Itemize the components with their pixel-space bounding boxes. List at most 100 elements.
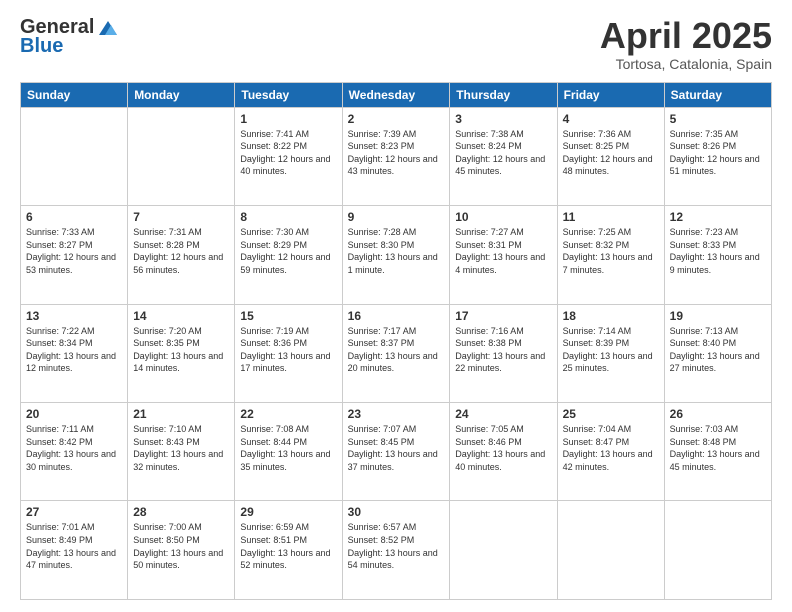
day-number: 28 [133, 505, 229, 519]
day-number: 18 [563, 309, 659, 323]
day-number: 30 [348, 505, 445, 519]
table-row: 15 Sunrise: 7:19 AM Sunset: 8:36 PM Dayli… [235, 304, 342, 402]
day-info: Sunrise: 7:36 AM Sunset: 8:25 PM Dayligh… [563, 128, 659, 178]
col-saturday: Saturday [664, 82, 771, 107]
table-row: 6 Sunrise: 7:33 AM Sunset: 8:27 PM Daylig… [21, 206, 128, 304]
table-row: 13 Sunrise: 7:22 AM Sunset: 8:34 PM Dayli… [21, 304, 128, 402]
day-info: Sunrise: 7:16 AM Sunset: 8:38 PM Dayligh… [455, 325, 551, 375]
day-info: Sunrise: 7:41 AM Sunset: 8:22 PM Dayligh… [240, 128, 336, 178]
day-number: 12 [670, 210, 766, 224]
day-info: Sunrise: 7:31 AM Sunset: 8:28 PM Dayligh… [133, 226, 229, 276]
day-info: Sunrise: 7:19 AM Sunset: 8:36 PM Dayligh… [240, 325, 336, 375]
table-row: 3 Sunrise: 7:38 AM Sunset: 8:24 PM Daylig… [450, 107, 557, 205]
table-row: 18 Sunrise: 7:14 AM Sunset: 8:39 PM Dayli… [557, 304, 664, 402]
table-row: 17Sunrise: 7:16 AM Sunset: 8:38 PM Dayli… [450, 304, 557, 402]
table-row: 7 Sunrise: 7:31 AM Sunset: 8:28 PM Daylig… [128, 206, 235, 304]
table-row: 14 Sunrise: 7:20 AM Sunset: 8:35 PM Dayli… [128, 304, 235, 402]
day-number: 9 [348, 210, 445, 224]
day-info: Sunrise: 7:39 AM Sunset: 8:23 PM Dayligh… [348, 128, 445, 178]
logo-blue-text: Blue [20, 35, 63, 58]
table-row: 29Sunrise: 6:59 AM Sunset: 8:51 PM Dayli… [235, 501, 342, 600]
day-number: 22 [240, 407, 336, 421]
month-title: April 2025 [600, 16, 772, 56]
table-row: 11 Sunrise: 7:25 AM Sunset: 8:32 PM Dayli… [557, 206, 664, 304]
table-row [450, 501, 557, 600]
table-row: 9 Sunrise: 7:28 AM Sunset: 8:30 PM Daylig… [342, 206, 450, 304]
day-info: Sunrise: 7:25 AM Sunset: 8:32 PM Dayligh… [563, 226, 659, 276]
day-info: Sunrise: 7:08 AM Sunset: 8:44 PM Dayligh… [240, 423, 336, 473]
day-number: 4 [563, 112, 659, 126]
day-info: Sunrise: 7:20 AM Sunset: 8:35 PM Dayligh… [133, 325, 229, 375]
table-row: 24 Sunrise: 7:05 AM Sunset: 8:46 PM Dayli… [450, 403, 557, 501]
table-row: 1 Sunrise: 7:41 AM Sunset: 8:22 PM Daylig… [235, 107, 342, 205]
header: General Blue April 2025 Tortosa, Catalon… [20, 16, 772, 72]
location-subtitle: Tortosa, Catalonia, Spain [600, 56, 772, 72]
day-number: 7 [133, 210, 229, 224]
table-row: 20Sunrise: 7:11 AM Sunset: 8:42 PM Dayli… [21, 403, 128, 501]
day-info: Sunrise: 7:11 AM Sunset: 8:42 PM Dayligh… [26, 423, 122, 473]
day-info: Sunrise: 7:14 AM Sunset: 8:39 PM Dayligh… [563, 325, 659, 375]
day-info: Sunrise: 7:03 AM Sunset: 8:48 PM Dayligh… [670, 423, 766, 473]
day-number: 14 [133, 309, 229, 323]
table-row: 30 Sunrise: 6:57 AM Sunset: 8:52 PM Dayli… [342, 501, 450, 600]
table-row [664, 501, 771, 600]
day-info: Sunrise: 7:13 AM Sunset: 8:40 PM Dayligh… [670, 325, 766, 375]
day-info: Sunrise: 7:38 AM Sunset: 8:24 PM Dayligh… [455, 128, 551, 178]
day-number: 19 [670, 309, 766, 323]
day-info: Sunrise: 7:27 AM Sunset: 8:31 PM Dayligh… [455, 226, 551, 276]
col-wednesday: Wednesday [342, 82, 450, 107]
day-number: 8 [240, 210, 336, 224]
col-sunday: Sunday [21, 82, 128, 107]
day-info: Sunrise: 7:17 AM Sunset: 8:37 PM Dayligh… [348, 325, 445, 375]
day-info: Sunrise: 7:28 AM Sunset: 8:30 PM Dayligh… [348, 226, 445, 276]
table-row: 5 Sunrise: 7:35 AM Sunset: 8:26 PM Daylig… [664, 107, 771, 205]
table-row: 28 Sunrise: 7:00 AM Sunset: 8:50 PM Dayli… [128, 501, 235, 600]
day-number: 15 [240, 309, 336, 323]
table-row: 25 Sunrise: 7:04 AM Sunset: 8:47 PM Dayli… [557, 403, 664, 501]
day-number: 21 [133, 407, 229, 421]
day-number: 13 [26, 309, 122, 323]
day-number: 26 [670, 407, 766, 421]
day-number: 11 [563, 210, 659, 224]
table-row: 16 Sunrise: 7:17 AM Sunset: 8:37 PM Dayli… [342, 304, 450, 402]
table-row: 8 Sunrise: 7:30 AM Sunset: 8:29 PM Daylig… [235, 206, 342, 304]
day-number: 3 [455, 112, 551, 126]
day-number: 5 [670, 112, 766, 126]
logo: General Blue [20, 16, 119, 58]
day-number: 25 [563, 407, 659, 421]
table-row: 12 Sunrise: 7:23 AM Sunset: 8:33 PM Dayli… [664, 206, 771, 304]
day-info: Sunrise: 7:00 AM Sunset: 8:50 PM Dayligh… [133, 521, 229, 571]
table-row [557, 501, 664, 600]
table-row: 10 Sunrise: 7:27 AM Sunset: 8:31 PM Dayli… [450, 206, 557, 304]
col-tuesday: Tuesday [235, 82, 342, 107]
day-info: Sunrise: 6:57 AM Sunset: 8:52 PM Dayligh… [348, 521, 445, 571]
day-info: Sunrise: 7:35 AM Sunset: 8:26 PM Dayligh… [670, 128, 766, 178]
table-row: 26 Sunrise: 7:03 AM Sunset: 8:48 PM Dayli… [664, 403, 771, 501]
day-info: Sunrise: 7:07 AM Sunset: 8:45 PM Dayligh… [348, 423, 445, 473]
day-number: 10 [455, 210, 551, 224]
calendar-header-row: Sunday Monday Tuesday Wednesday Thursday… [21, 82, 772, 107]
day-info: Sunrise: 7:33 AM Sunset: 8:27 PM Dayligh… [26, 226, 122, 276]
day-info: Sunrise: 7:30 AM Sunset: 8:29 PM Dayligh… [240, 226, 336, 276]
calendar-table: Sunday Monday Tuesday Wednesday Thursday… [20, 82, 772, 600]
day-info: Sunrise: 7:10 AM Sunset: 8:43 PM Dayligh… [133, 423, 229, 473]
col-monday: Monday [128, 82, 235, 107]
table-row [128, 107, 235, 205]
day-info: Sunrise: 7:05 AM Sunset: 8:46 PM Dayligh… [455, 423, 551, 473]
day-info: Sunrise: 7:04 AM Sunset: 8:47 PM Dayligh… [563, 423, 659, 473]
day-number: 16 [348, 309, 445, 323]
table-row: 22 Sunrise: 7:08 AM Sunset: 8:44 PM Dayli… [235, 403, 342, 501]
table-row: 19 Sunrise: 7:13 AM Sunset: 8:40 PM Dayli… [664, 304, 771, 402]
table-row [21, 107, 128, 205]
day-number: 6 [26, 210, 122, 224]
day-number: 24 [455, 407, 551, 421]
table-row: 2Sunrise: 7:39 AM Sunset: 8:23 PM Daylig… [342, 107, 450, 205]
table-row: 27Sunrise: 7:01 AM Sunset: 8:49 PM Dayli… [21, 501, 128, 600]
table-row: 23 Sunrise: 7:07 AM Sunset: 8:45 PM Dayli… [342, 403, 450, 501]
day-number: 23 [348, 407, 445, 421]
day-info: Sunrise: 7:23 AM Sunset: 8:33 PM Dayligh… [670, 226, 766, 276]
day-number: 27 [26, 505, 122, 519]
day-number: 1 [240, 112, 336, 126]
day-info: Sunrise: 7:22 AM Sunset: 8:34 PM Dayligh… [26, 325, 122, 375]
logo-icon [97, 17, 119, 39]
